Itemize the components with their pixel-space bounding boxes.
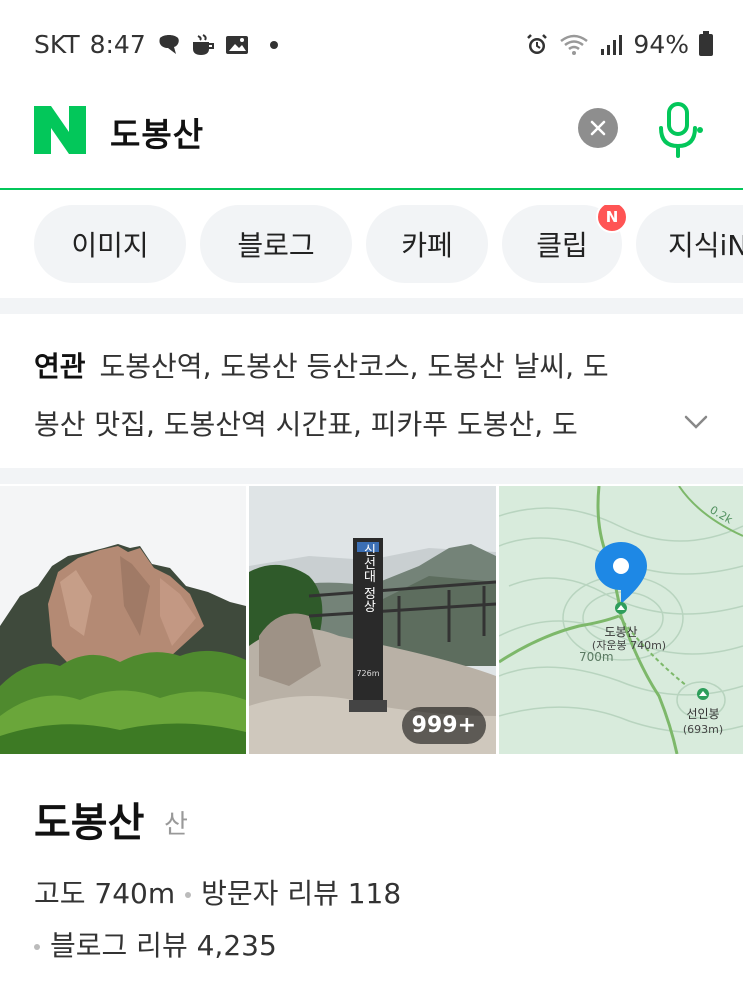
tab-blog[interactable]: 블로그 [200, 205, 352, 283]
search-input[interactable]: 도봉산 [110, 108, 204, 156]
related-label: 연관 [34, 350, 86, 383]
tab-label: 이미지 [71, 229, 149, 262]
gallery-icon [225, 35, 248, 54]
tab-label: 블로그 [237, 229, 315, 262]
summit-sign-sub: 726m [356, 669, 379, 678]
visitor-reviews-link[interactable]: 방문자 리뷰 118 [201, 877, 401, 910]
summit-sign-text: 신선대 정상 [361, 543, 376, 613]
tab-kin[interactable]: 지식iN [636, 205, 743, 283]
naver-logo-icon[interactable] [34, 106, 86, 154]
tab-label: 카페 [401, 229, 453, 262]
search-bar: 도봉산 [0, 92, 743, 190]
status-right: 94% [525, 30, 713, 59]
map-peak2-name: 선인봉 [686, 707, 719, 721]
coffee-icon [192, 33, 214, 55]
chevron-down-icon[interactable] [682, 408, 710, 436]
place-title[interactable]: 도봉산 [34, 790, 144, 848]
voice-search-button[interactable] [654, 100, 704, 160]
messenger-icon [159, 34, 179, 54]
battery-icon [699, 30, 713, 56]
mountain-photo [0, 486, 246, 754]
map-peak2-sub: (693m) [683, 723, 723, 736]
search-category-tabs: 이미지 블로그 카페 클립 N 지식iN [0, 205, 743, 285]
related-keywords[interactable]: 도봉산역, 도봉산 등산코스, 도봉산 날씨, 도 [100, 350, 609, 383]
section-divider [0, 298, 743, 314]
status-bar: SKT 8:47 94% [0, 0, 743, 92]
photo-count-badge[interactable]: 999+ [401, 707, 486, 744]
alarm-icon [527, 33, 548, 54]
status-left: SKT 8:47 [34, 30, 278, 59]
related-line-1[interactable]: 연관 도봉산역, 도봉산 등산코스, 도봉산 날씨, 도 [34, 338, 724, 396]
tab-label: 클립 [536, 229, 588, 262]
wifi-icon [560, 34, 589, 55]
clock: 8:47 [89, 30, 146, 59]
map-pin-name: 도봉산 [604, 625, 637, 639]
tab-label: 지식iN [668, 229, 743, 262]
signal-icon [601, 34, 623, 55]
tab-images[interactable]: 이미지 [34, 205, 186, 283]
battery-percent: 94% [633, 30, 689, 59]
altitude: 고도 740m [34, 877, 176, 910]
photo-summit-sign[interactable]: 신선대 정상 726m 999+ [249, 486, 496, 754]
place-meta-line-2: 블로그 리뷰 4,235 [34, 924, 277, 964]
photo-rock-peak[interactable] [0, 486, 246, 754]
separator-dot [34, 944, 40, 950]
carrier: SKT [34, 30, 80, 59]
clear-search-button[interactable] [578, 108, 618, 148]
place-category: 산 [164, 810, 188, 840]
blog-reviews-link[interactable]: 블로그 리뷰 4,235 [50, 929, 277, 962]
map-contour-label: 700m [579, 650, 614, 664]
more-notifications-dot [269, 40, 278, 49]
notification-icons [156, 33, 250, 56]
tab-cafe[interactable]: 카페 [366, 205, 488, 283]
photo-map[interactable]: 0.2k 도봉산 (자운봉 740m) 700m 선인봉 (693m) [499, 486, 743, 754]
microphone-icon [659, 102, 703, 158]
close-icon [590, 120, 606, 136]
map-thumbnail: 0.2k 도봉산 (자운봉 740m) 700m 선인봉 (693m) [499, 486, 743, 754]
section-divider [0, 468, 743, 484]
related-searches: 연관 도봉산역, 도봉산 등산코스, 도봉산 날씨, 도 봉산 맛집, 도봉산역 … [34, 338, 724, 441]
new-badge: N [596, 205, 628, 233]
related-line-2[interactable]: 봉산 맛집, 도봉산역 시간표, 피카푸 도봉산, 도 [34, 396, 644, 454]
tab-clip[interactable]: 클립 N [502, 205, 628, 283]
separator-dot [185, 892, 192, 898]
photo-strip: 신선대 정상 726m 999+ 0.2k 도봉산 (자운봉 740m) 700… [0, 486, 743, 754]
place-meta-line-1: 고도 740m 방문자 리뷰 118 [34, 872, 401, 912]
